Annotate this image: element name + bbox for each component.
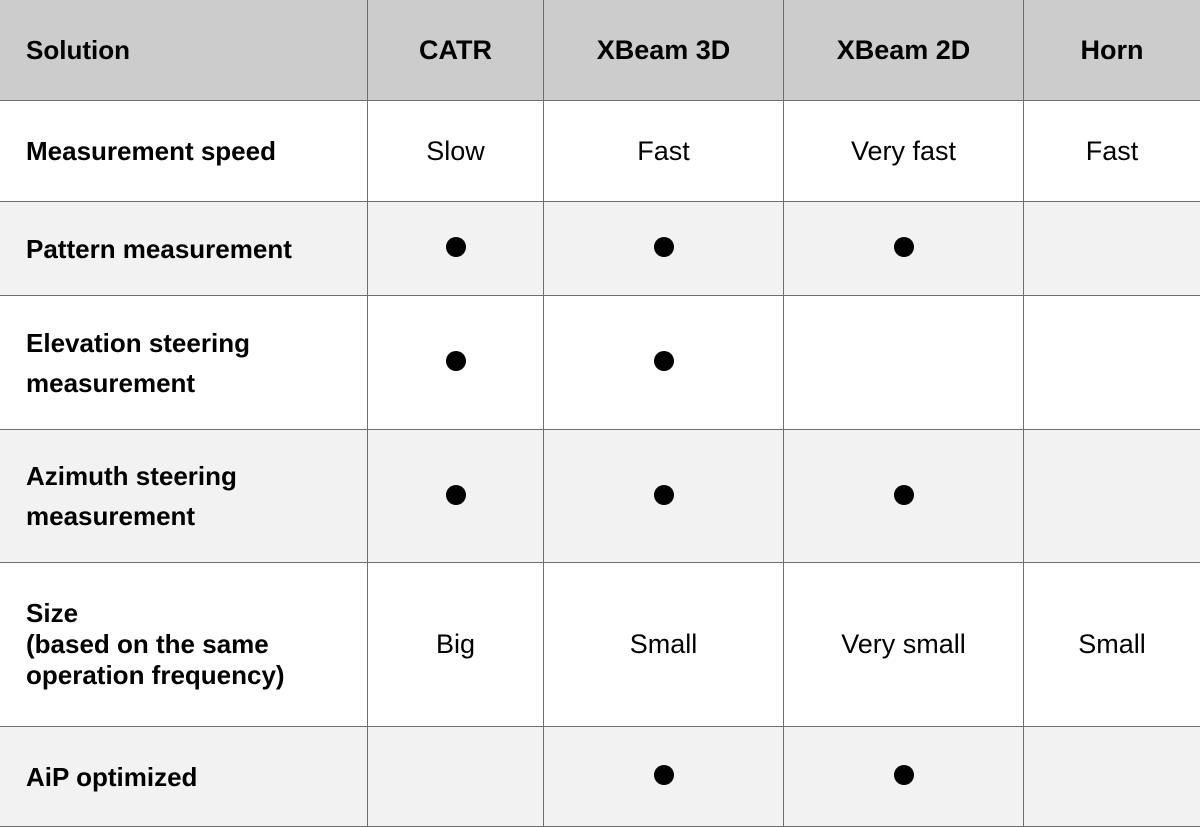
comparison-table: Solution CATR XBeam 3D XBeam 2D Horn Mea… [0,0,1200,827]
filled-circle-icon [446,351,466,371]
header-xbeam-2d: XBeam 2D [784,0,1024,101]
row-label: Size (based on the same operation freque… [0,563,368,727]
table-cell [544,430,784,563]
filled-circle-icon [446,237,466,257]
row-label: Pattern measurement [0,202,368,296]
table-body: Measurement speedSlowFastVery fastFastPa… [0,101,1200,827]
table-cell [1024,430,1200,563]
table-row: AiP optimized [0,727,1200,827]
filled-circle-icon [894,485,914,505]
filled-circle-icon [654,765,674,785]
filled-circle-icon [894,765,914,785]
table-row: Elevation steering measurement [0,296,1200,430]
table-row: Azimuth steering measurement [0,430,1200,563]
table-cell: Small [544,563,784,727]
table-row: Pattern measurement [0,202,1200,296]
table-cell [368,727,544,827]
filled-circle-icon [654,237,674,257]
row-label: Measurement speed [0,101,368,202]
filled-circle-icon [654,485,674,505]
table-cell [1024,202,1200,296]
table-row: Measurement speedSlowFastVery fastFast [0,101,1200,202]
header-xbeam-3d: XBeam 3D [544,0,784,101]
table-cell [544,727,784,827]
table-cell [544,202,784,296]
table-cell [784,296,1024,430]
table-cell [544,296,784,430]
table-cell: Very small [784,563,1024,727]
filled-circle-icon [894,237,914,257]
table-cell: Fast [1024,101,1200,202]
row-label: Elevation steering measurement [0,296,368,430]
table-cell: Fast [544,101,784,202]
table-cell [368,202,544,296]
table-cell [368,430,544,563]
header-catr: CATR [368,0,544,101]
row-label: AiP optimized [0,727,368,827]
table-cell [784,430,1024,563]
filled-circle-icon [654,351,674,371]
table-cell [1024,296,1200,430]
table-cell [368,296,544,430]
table-cell: Small [1024,563,1200,727]
table-row: Size (based on the same operation freque… [0,563,1200,727]
header-solution: Solution [0,0,368,101]
table-cell [784,727,1024,827]
table-cell [784,202,1024,296]
table-cell [1024,727,1200,827]
table-cell: Slow [368,101,544,202]
header-horn: Horn [1024,0,1200,101]
header-row: Solution CATR XBeam 3D XBeam 2D Horn [0,0,1200,101]
filled-circle-icon [446,485,466,505]
table-cell: Very fast [784,101,1024,202]
table-cell: Big [368,563,544,727]
row-label: Azimuth steering measurement [0,430,368,563]
